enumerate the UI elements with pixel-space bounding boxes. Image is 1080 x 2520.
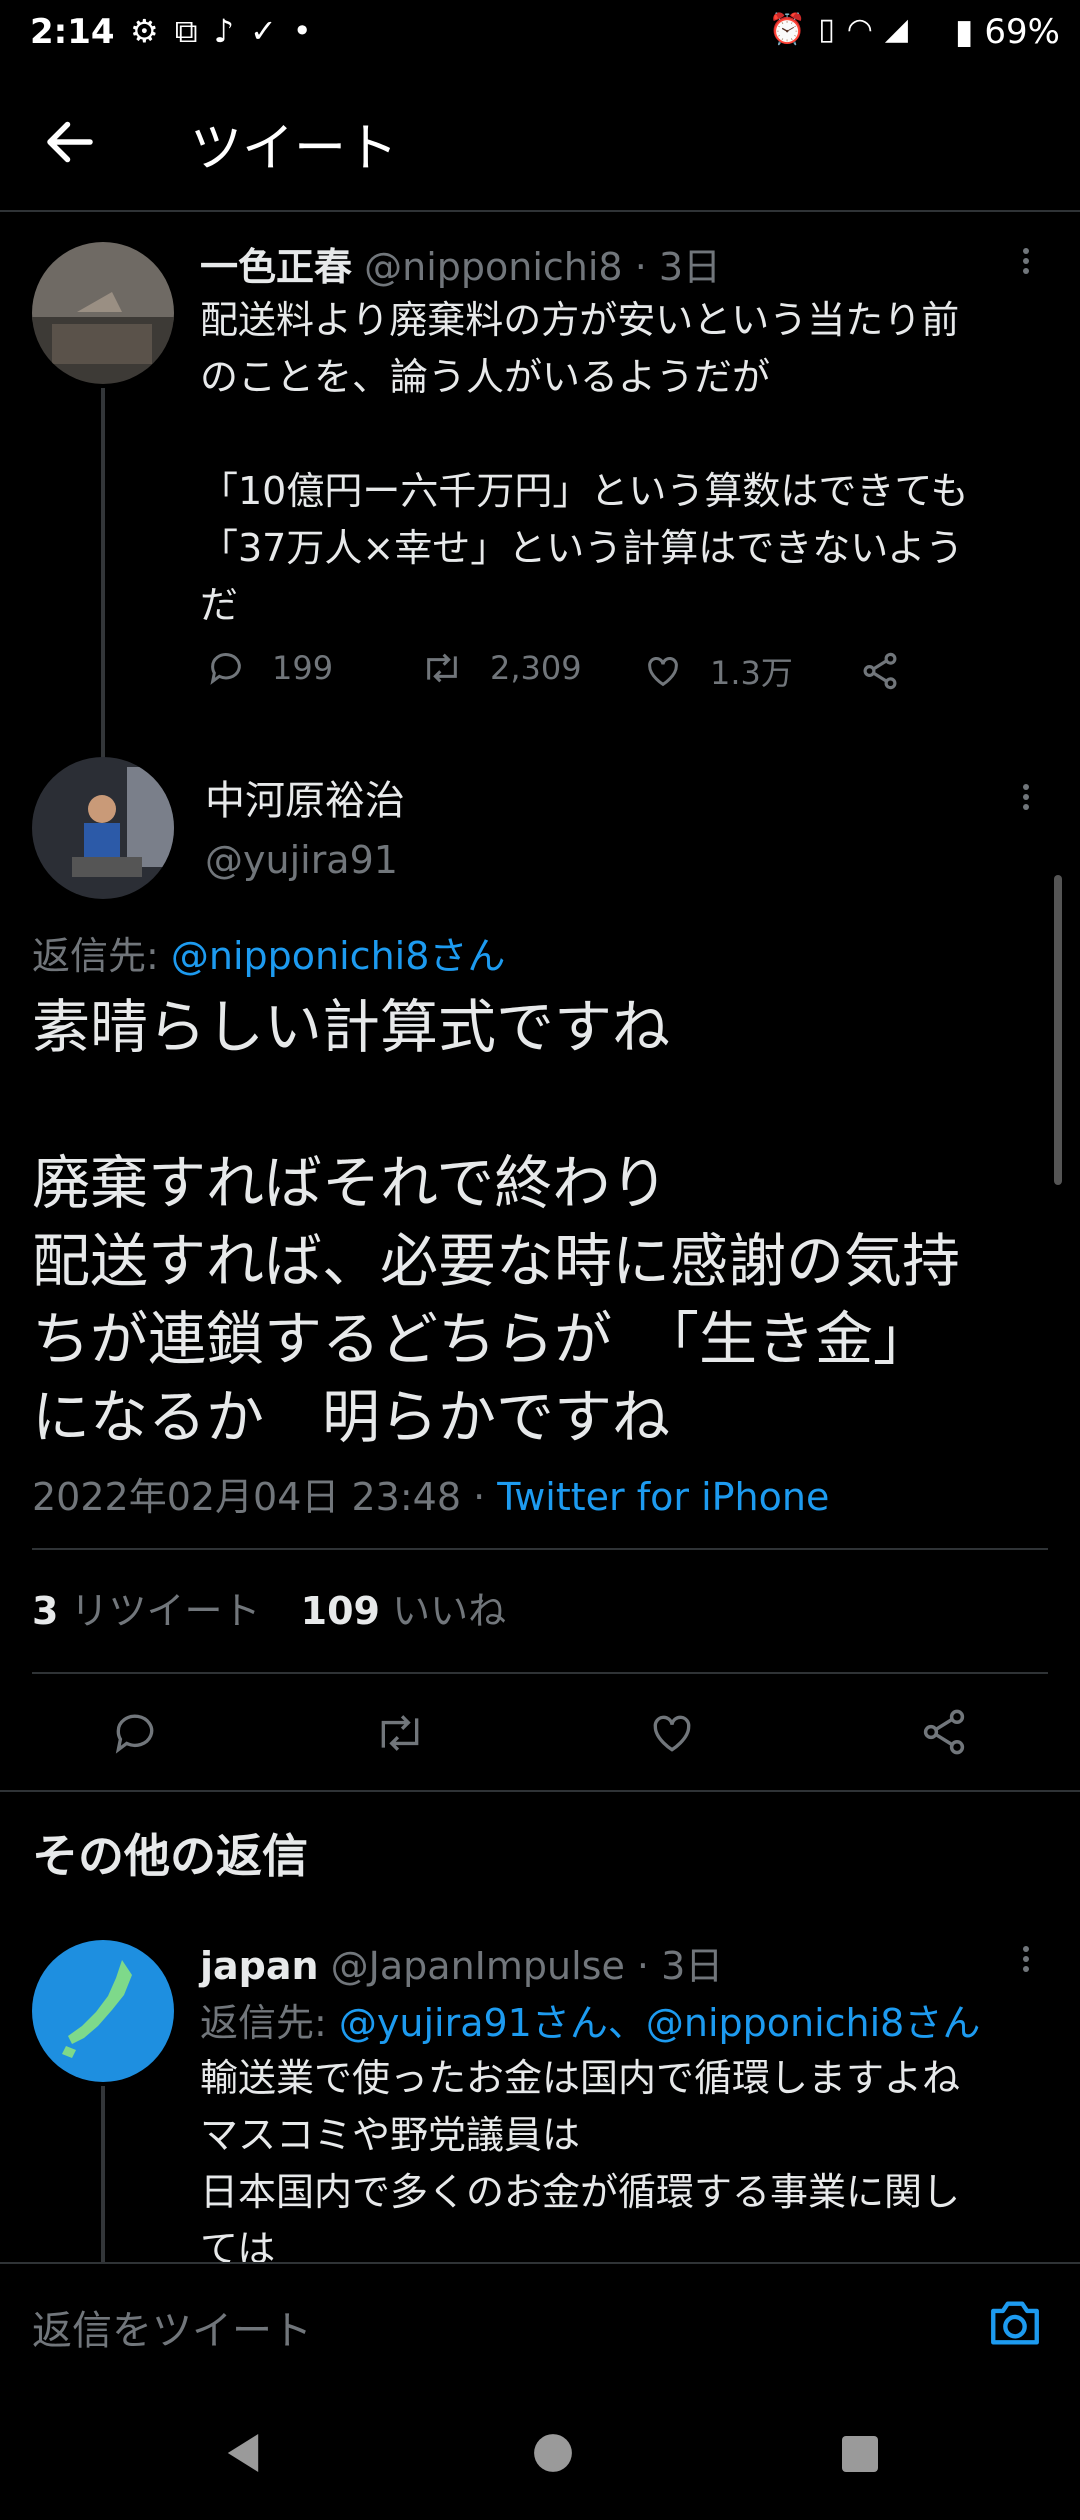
avatar-japan-map-image xyxy=(32,1940,174,2082)
signal-icon: ◢ xyxy=(884,12,920,47)
reply-icon xyxy=(210,653,241,685)
back-arrow-icon[interactable] xyxy=(40,112,100,172)
reply-input[interactable]: 返信をツイート xyxy=(32,2298,312,2356)
dot-icon: • xyxy=(292,12,328,50)
tweet-timestamp: 2022年02月04日 23:48 xyxy=(32,1475,462,1519)
retweet-icon[interactable] xyxy=(372,1708,428,1758)
share-icon[interactable] xyxy=(918,1706,970,1758)
avatar[interactable] xyxy=(32,757,174,899)
reply-to-line: 返信先: @nipponichi8さん xyxy=(32,925,505,980)
reply-icon[interactable] xyxy=(110,1708,160,1758)
reply-to-label: 返信先: xyxy=(32,934,159,978)
more-options-icon[interactable] xyxy=(1016,780,1036,820)
reply-to-handles[interactable]: @yujira91さん、@nipponichi8さん xyxy=(339,2001,980,2045)
like-label: いいね xyxy=(392,1589,507,1633)
tweet-text: 素晴らしい計算式ですね 廃棄すればそれで終わり 配送すれば、必要な時に感謝の気持… xyxy=(32,993,961,1451)
status-left-icons: ⚙⧉♪✓• xyxy=(130,12,328,51)
nav-back-icon[interactable] xyxy=(224,2432,262,2474)
reply-to-label: 返信先: xyxy=(200,2001,327,2045)
system-nav-bar xyxy=(0,2382,1080,2520)
tweet-text: 配送料より廃棄料の方が安いという当たり前 のことを、論う人がいるようだが 「10… xyxy=(200,298,969,627)
music-note-icon: ♪ xyxy=(213,12,250,50)
retweet-stat[interactable]: 3 リツイート xyxy=(32,1589,261,1633)
user-handle[interactable]: @nipponichi8 xyxy=(364,245,623,289)
more-replies-title: その他の返信 xyxy=(32,1829,308,1883)
retweet-icon xyxy=(427,653,457,683)
alarm-icon: ⏰ xyxy=(768,12,819,47)
status-right-icons: ⏰▯◠◢ xyxy=(769,12,920,47)
tweet-age: · 3日 xyxy=(636,1944,724,1988)
tweet-header: 一色正春 @nipponichi8 · 3日 xyxy=(200,236,721,291)
reply-to-line: 返信先: @yujira91さん、@nipponichi8さん xyxy=(200,1992,980,2047)
more-options-icon[interactable] xyxy=(1016,244,1036,284)
retweet-count: 2,309 xyxy=(490,649,582,687)
retweet-label: リツイート xyxy=(70,1589,261,1633)
battery-indicator: ▮ 69% xyxy=(955,12,1060,52)
battery-icon: ▮ xyxy=(954,12,974,52)
like-stat[interactable]: 109 いいね xyxy=(301,1589,506,1633)
app-icon: ⧉ xyxy=(174,12,214,50)
display-name[interactable]: 中河原裕治 xyxy=(205,768,405,826)
battery-percent: 69% xyxy=(984,12,1060,52)
reply-to-handle[interactable]: @nipponichi8さん xyxy=(171,934,506,978)
user-handle[interactable]: @JapanImpulse xyxy=(331,1944,625,1988)
engagement-stats: 3 リツイート 109 いいね xyxy=(32,1580,506,1635)
reply-count: 199 xyxy=(272,649,334,687)
vibrate-icon: ▯ xyxy=(818,12,847,47)
status-bar: 2:14 ⚙⧉♪✓• ⏰▯◠◢ ▮ 69% xyxy=(0,0,1080,70)
section-divider xyxy=(0,1790,1080,1792)
scrollbar[interactable] xyxy=(1054,875,1062,1185)
divider xyxy=(32,1672,1048,1674)
thread-line xyxy=(101,2086,105,2266)
like-count: 109 xyxy=(300,1589,380,1633)
retweet-count: 3 xyxy=(32,1589,59,1633)
like-action[interactable]: 1.3万 xyxy=(642,648,793,694)
tweet-age: · 3日 xyxy=(634,245,722,289)
avatar[interactable] xyxy=(32,1940,174,2082)
share-icon[interactable] xyxy=(858,650,902,692)
heart-icon xyxy=(648,657,678,687)
thread-line xyxy=(101,388,105,758)
user-handle[interactable]: @yujira91 xyxy=(205,838,398,882)
status-time: 2:14 xyxy=(30,12,115,52)
display-name[interactable]: 一色正春 xyxy=(200,245,352,289)
tweet-text: 輸送業で使ったお金は国内で循環しますよね マスコミや野党議員は 日本国内で多くの… xyxy=(200,2056,961,2262)
retweet-action[interactable]: 2,309 xyxy=(420,648,582,688)
divider xyxy=(32,1548,1048,1550)
meta-separator: · xyxy=(473,1475,486,1519)
nav-recents-icon[interactable] xyxy=(840,2434,880,2474)
checkmark-icon: ✓ xyxy=(249,12,293,50)
camera-icon[interactable] xyxy=(986,2296,1044,2350)
avatar-ship-image xyxy=(32,242,174,384)
like-count: 1.3万 xyxy=(710,654,793,692)
gear-icon: ⚙ xyxy=(130,12,175,50)
reply-composer: 返信をツイート xyxy=(0,2262,1080,2384)
reply-action[interactable]: 199 xyxy=(206,648,333,688)
app-header: ツイート xyxy=(0,70,1080,212)
avatar-person-image xyxy=(32,757,174,899)
heart-icon[interactable] xyxy=(646,1708,698,1758)
page-title: ツイート xyxy=(190,119,399,179)
tweet-meta: 2022年02月04日 23:48 · Twitter for iPhone xyxy=(32,1466,829,1521)
more-options-icon[interactable] xyxy=(1016,1942,1036,1982)
tweet-source[interactable]: Twitter for iPhone xyxy=(497,1475,829,1519)
wifi-icon: ◠ xyxy=(846,12,885,47)
nav-home-icon[interactable] xyxy=(532,2432,574,2474)
display-name[interactable]: japan xyxy=(200,1944,319,1988)
avatar[interactable] xyxy=(32,242,174,384)
tweet-header: japan @JapanImpulse · 3日 xyxy=(200,1935,723,1990)
